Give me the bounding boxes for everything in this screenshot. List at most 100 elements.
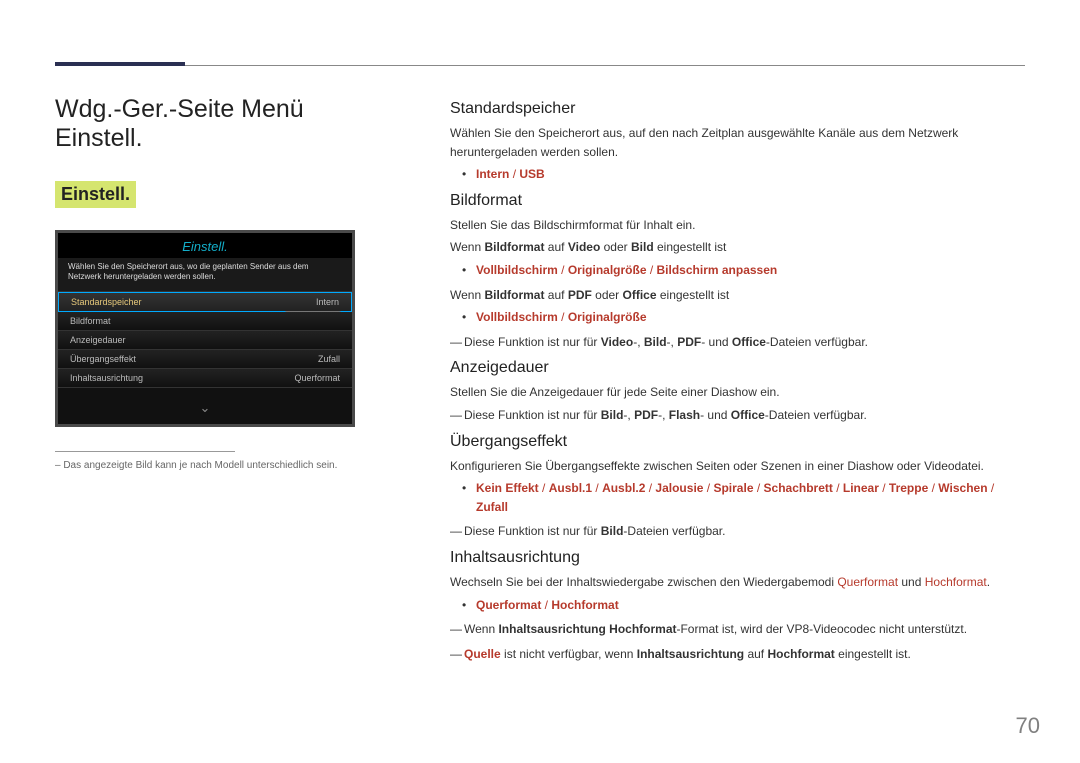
text: eingestellt ist.: [835, 647, 911, 661]
device-row-label: Übergangseffekt: [70, 354, 136, 364]
text-bold: Office: [623, 288, 657, 302]
text: auf: [544, 288, 567, 302]
text-bold: PDF: [634, 408, 658, 422]
text: eingestellt ist: [654, 240, 727, 254]
section-title-anzeigedauer: Anzeigedauer: [450, 359, 1025, 377]
text-bold: Bildformat: [484, 240, 544, 254]
text: auf: [544, 240, 567, 254]
section-body: Stellen Sie das Bildschirmformat für Inh…: [450, 216, 1025, 235]
section-body: Wenn Bildformat auf Video oder Bild eing…: [450, 238, 1025, 257]
option: Wischen: [938, 481, 987, 495]
text: -Dateien verfügbar.: [765, 408, 867, 422]
page-number: 70: [1016, 713, 1040, 739]
option: Ausbl.2: [602, 481, 645, 495]
text-highlight: Querformat: [837, 575, 898, 589]
text-bold: Office: [732, 335, 766, 349]
option: Jalousie: [655, 481, 703, 495]
options-line: Kein Effekt / Ausbl.1 / Ausbl.2 / Jalous…: [476, 479, 1025, 516]
text-bold: Bildformat: [484, 288, 544, 302]
device-title: Einstell.: [58, 233, 352, 258]
device-row-standardspeicher: Standardspeicher Intern: [58, 292, 352, 312]
note: Wenn Inhaltsausrichtung Hochformat-Forma…: [450, 620, 1025, 639]
text: Diese Funktion ist nur für: [464, 408, 601, 422]
text-bold: PDF: [677, 335, 701, 349]
text: -Format ist, wird der VP8-Videocodec nic…: [676, 622, 967, 636]
options-list: Querformat / Hochformat: [450, 596, 1025, 615]
text-bold: Video: [601, 335, 633, 349]
option: Intern: [476, 167, 509, 181]
option: Hochformat: [551, 598, 618, 612]
device-desc: Wählen Sie den Speicherort aus, wo die g…: [58, 258, 352, 291]
text: -Dateien verfügbar.: [623, 524, 725, 538]
options-list: Vollbildschirm / Originalgröße / Bildsch…: [450, 261, 1025, 280]
text: und: [898, 575, 925, 589]
text-bold: Inhaltsausrichtung Hochformat: [498, 622, 676, 636]
device-row-label: Inhaltsausrichtung: [70, 373, 143, 383]
option: Schachbrett: [764, 481, 833, 495]
option: Bildschirm anpassen: [657, 263, 778, 277]
device-row-value: Zufall: [318, 354, 340, 364]
text: Diese Funktion ist nur für: [464, 524, 601, 538]
text-bold: Bild: [631, 240, 654, 254]
text: oder: [592, 288, 623, 302]
device-row-label: Anzeigedauer: [70, 335, 126, 345]
text-bold: Hochformat: [767, 647, 834, 661]
options-line: Querformat / Hochformat: [476, 596, 1025, 615]
device-row-value: Intern: [316, 297, 339, 307]
option: Vollbildschirm: [476, 263, 558, 277]
text-highlight: Hochformat: [925, 575, 987, 589]
option: Ausbl.1: [549, 481, 592, 495]
note: Quelle ist nicht verfügbar, wenn Inhalts…: [450, 645, 1025, 664]
text-bold: Bild: [601, 524, 624, 538]
device-down-arrow-icon: ⌄: [58, 388, 352, 424]
note: Diese Funktion ist nur für Video-, Bild-…: [450, 333, 1025, 352]
text: Wechseln Sie bei der Inhaltswiedergabe z…: [450, 575, 837, 589]
text: oder: [600, 240, 631, 254]
caption-note: – Das angezeigte Bild kann je nach Model…: [55, 460, 375, 471]
device-row-inhaltsausrichtung: Inhaltsausrichtung Querformat: [58, 369, 352, 388]
options-line: Vollbildschirm / Originalgröße: [476, 308, 1025, 327]
text-highlight: Quelle: [464, 647, 501, 661]
option: USB: [519, 167, 544, 181]
text-bold: PDF: [568, 288, 592, 302]
device-screenshot: Einstell. Wählen Sie den Speicherort aus…: [55, 230, 355, 427]
note: Diese Funktion ist nur für Bild-Dateien …: [450, 522, 1025, 541]
section-title-uebergangseffekt: Übergangseffekt: [450, 433, 1025, 451]
device-row-uebergangseffekt: Übergangseffekt Zufall: [58, 350, 352, 369]
options-list: Vollbildschirm / Originalgröße: [450, 308, 1025, 327]
option: Querformat: [476, 598, 541, 612]
option: Treppe: [889, 481, 928, 495]
text: Wenn: [450, 288, 484, 302]
text-bold: Bild: [644, 335, 667, 349]
section-body: Stellen Sie die Anzeigedauer für jede Se…: [450, 383, 1025, 402]
options-list: Intern / USB: [450, 165, 1025, 184]
option: Originalgröße: [568, 310, 647, 324]
device-row-bildformat: Bildformat: [58, 312, 352, 331]
note: Diese Funktion ist nur für Bild-, PDF-, …: [450, 406, 1025, 425]
right-column: Standardspeicher Wählen Sie den Speicher…: [450, 100, 1025, 669]
section-body: Konfigurieren Sie Übergangseffekte zwisc…: [450, 457, 1025, 476]
text: auf: [744, 647, 767, 661]
text: Diese Funktion ist nur für: [464, 335, 601, 349]
device-row-label: Standardspeicher: [71, 297, 142, 307]
text: -Dateien verfügbar.: [766, 335, 868, 349]
text-bold: Flash: [669, 408, 700, 422]
section-title-bildformat: Bildformat: [450, 192, 1025, 210]
text-bold: Video: [568, 240, 600, 254]
device-row-label: Bildformat: [70, 316, 111, 326]
section-body: Wenn Bildformat auf PDF oder Office eing…: [450, 286, 1025, 305]
device-row-anzeigedauer: Anzeigedauer: [58, 331, 352, 350]
text: Wenn: [450, 240, 484, 254]
device-row-value: Querformat: [294, 373, 340, 383]
option: Originalgröße: [568, 263, 647, 277]
text: .: [987, 575, 990, 589]
einstell-heading: Einstell.: [55, 181, 136, 208]
text: Wenn: [464, 622, 498, 636]
text: ist nicht verfügbar, wenn: [501, 647, 637, 661]
options-line: Vollbildschirm / Originalgröße / Bildsch…: [476, 261, 1025, 280]
caption-rule: [55, 451, 235, 452]
section-title-standardspeicher: Standardspeicher: [450, 100, 1025, 118]
option: Spirale: [713, 481, 753, 495]
text-bold: Office: [731, 408, 765, 422]
option: Linear: [843, 481, 879, 495]
